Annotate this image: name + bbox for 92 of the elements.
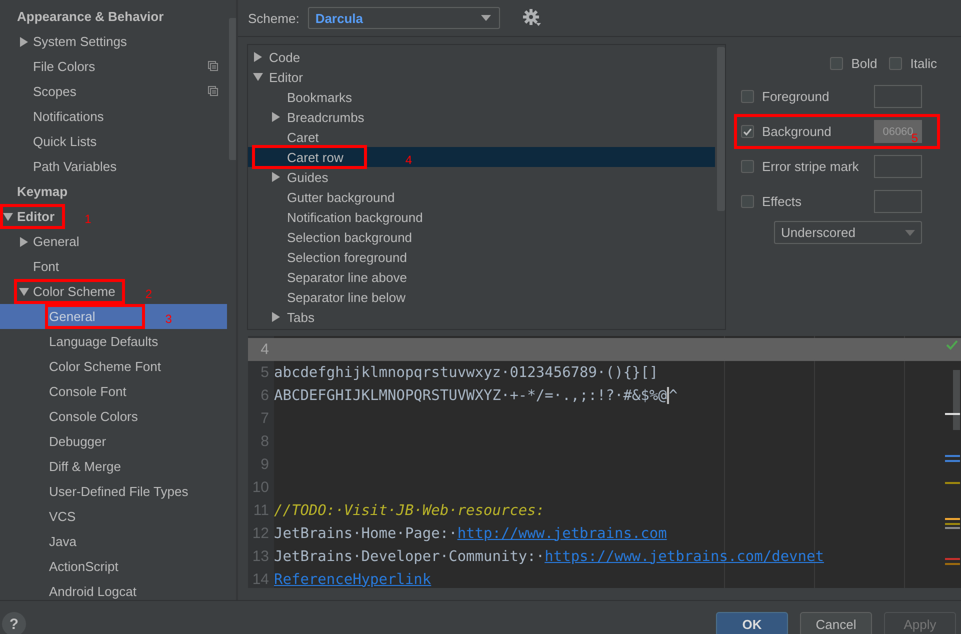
hyperlink[interactable]: ReferenceHyperlink [274,572,432,588]
tree-item[interactable]: Breadcrumbs [248,107,715,127]
sidebar-item[interactable]: Console Font [0,379,227,404]
sidebar-item[interactable]: System Settings [0,29,227,54]
effect-dropdown[interactable]: Underscored [774,221,922,244]
checkmark-icon [743,128,752,136]
sidebar-item[interactable]: Path Variables [0,154,227,179]
color-swatch[interactable] [874,190,922,213]
color-swatch[interactable] [874,155,922,178]
annotation-number: 5 [911,131,918,145]
code-text: ABCDEFGHIJKLMNOPQRSTUVWXYZ·+-*/=·.,;:!?·#&$%@ [274,388,667,404]
todo-comment: //TODO:·Visit·JB·Web·resources: [274,502,545,518]
checkbox[interactable] [830,56,844,70]
sidebar-item[interactable]: Notifications [0,104,227,129]
sidebar-item[interactable]: File Colors [0,54,227,79]
copy-icon [208,61,218,71]
tree-item[interactable]: Notification background [248,207,715,227]
collapsed-arrow-icon[interactable] [253,52,263,62]
sidebar-item[interactable]: General [0,229,227,254]
scrollbar-thumb[interactable] [717,47,725,211]
sidebar-item[interactable]: Editor [0,204,55,229]
scheme-label: Scheme: [248,10,300,26]
expanded-arrow-icon[interactable] [3,212,13,222]
collapsed-arrow-icon[interactable] [19,37,29,47]
checkbox[interactable] [741,90,754,103]
sidebar-item[interactable]: Color Scheme [0,279,116,304]
dropdown-caret-icon [905,230,915,236]
collapsed-arrow-icon[interactable] [271,172,281,182]
scheme-dropdown[interactable]: Darcula [308,7,500,29]
annotation-number: 1 [84,212,92,226]
collapsed-arrow-icon[interactable] [19,237,29,247]
code-text: JetBrains·Developer·Community:· [274,548,545,564]
sidebar-item[interactable]: Java [0,529,227,554]
checkbox-label: Bold [851,56,878,70]
sidebar-item[interactable]: Font [0,254,227,279]
tree-item[interactable]: Selection background [248,227,715,247]
annotation-number: 4 [405,153,412,167]
checkbox[interactable] [889,56,902,70]
sidebar-item[interactable]: Debugger [0,429,227,454]
sidebar-item[interactable]: ActionScript [0,554,227,579]
tree-item[interactable]: Tabs [248,307,715,327]
sidebar-item[interactable]: Appearance & Behavior [0,4,227,29]
annotation-frame [0,204,65,229]
sidebar-item[interactable]: Diff & Merge [0,454,227,479]
hyperlink[interactable]: https://www.jetbrains.com/devnet [544,548,824,564]
code-text: ^ [668,388,678,404]
sidebar-item[interactable]: Android Logcat [0,579,227,600]
checkbox[interactable] [741,125,754,138]
code-text: abcdefghijklmnopqrstuvwxyz·0123456789·(){}[] [274,364,658,380]
dialog-button[interactable]: OK [716,612,788,634]
settings-icon[interactable] [523,9,542,27]
sidebar-item[interactable]: Keymap [0,179,227,204]
tree-item[interactable]: Editor [248,67,715,87]
sidebar-item[interactable]: Console Colors [0,404,227,429]
copy-icon [208,86,218,96]
hyperlink[interactable]: http://www.jetbrains.com [457,526,667,542]
tree-item[interactable]: Bookmarks [248,87,715,107]
sidebar-item[interactable]: VCS [0,504,227,529]
tree-item[interactable]: Code [248,47,715,67]
sidebar-item[interactable]: Scopes [0,79,227,104]
dropdown-caret-icon [481,15,492,21]
sidebar-item[interactable]: User-Defined File Types [0,479,227,504]
checkbox-label: Background [762,124,832,139]
checkbox-label: Error stripe mark [762,159,859,174]
annotation-number: 2 [145,287,152,301]
text-caret [666,387,669,404]
checkbox-label: Italic [910,56,937,70]
sidebar-item[interactable]: Color Scheme Font [0,354,227,379]
collapsed-arrow-icon[interactable] [271,112,281,122]
color-swatch[interactable] [874,85,922,108]
tree-item[interactable]: Guides [248,167,715,187]
expanded-arrow-icon[interactable] [253,72,263,82]
expanded-arrow-icon[interactable] [19,287,29,297]
help-button[interactable]: ? [2,612,26,634]
checkbox[interactable] [741,195,754,208]
checkbox[interactable] [741,160,754,173]
tree-item[interactable]: Separator line below [248,287,715,307]
line-number: 4 [260,341,270,358]
tree-item[interactable]: Selection foreground [248,247,715,267]
sidebar-item[interactable]: Quick Lists [0,129,227,154]
collapsed-arrow-icon[interactable] [271,312,281,322]
dialog-button[interactable]: Cancel [800,612,872,634]
checkbox-label: Foreground [762,89,830,104]
checkbox-label: Effects [762,194,802,209]
tree-item[interactable]: Gutter background [248,187,715,207]
annotation-number: 3 [165,312,172,326]
code-text: JetBrains·Home·Page:· [274,526,458,542]
tree-item[interactable]: Separator line above [248,267,715,287]
scrollbar-thumb[interactable] [229,18,236,160]
tree-item[interactable]: Caret [248,127,715,147]
check-icon [946,340,958,351]
sidebar-item[interactable]: Language Defaults [0,329,227,354]
